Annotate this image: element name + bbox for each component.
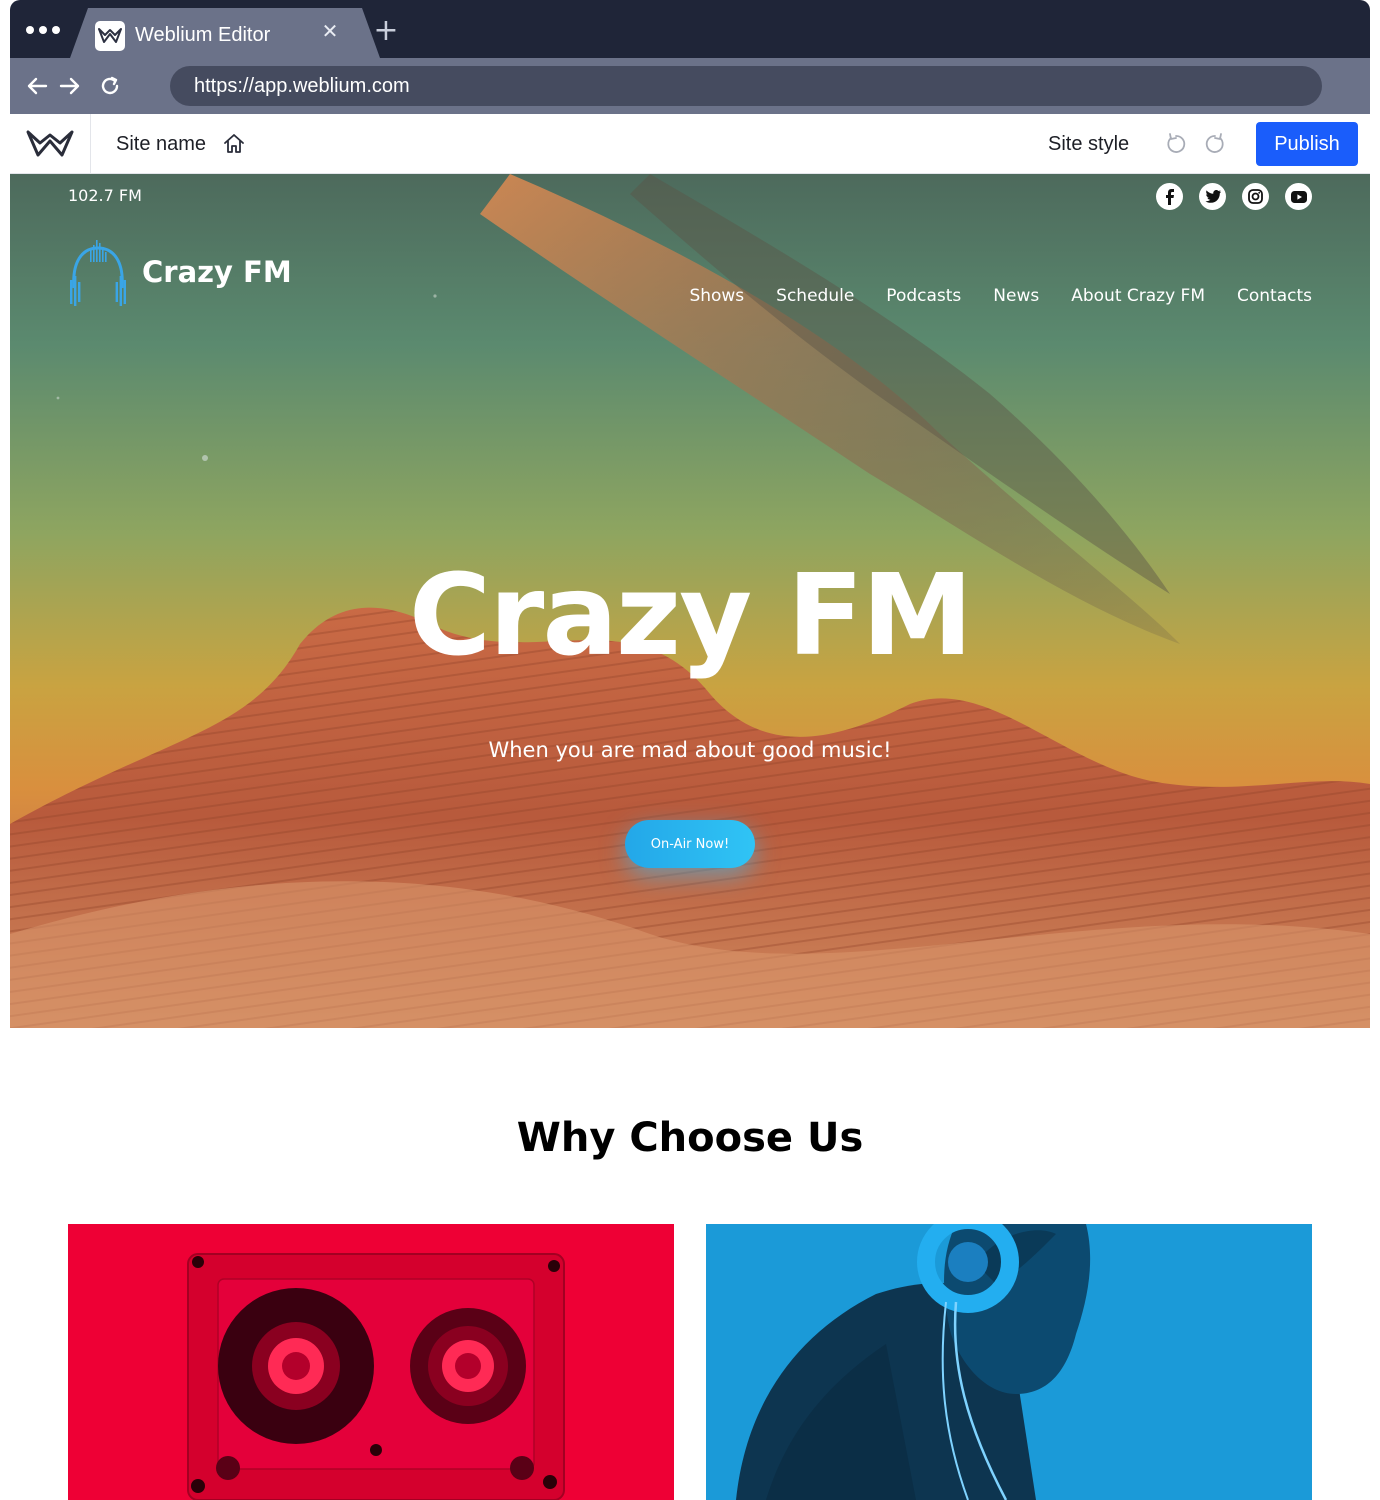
browser-window: Weblium Editor ✕ + https://app.weblium.c… <box>10 0 1370 1500</box>
instagram-icon[interactable] <box>1242 183 1269 210</box>
brand-logo[interactable]: Crazy FM <box>68 236 292 308</box>
address-bar: https://app.weblium.com <box>10 58 1370 114</box>
plus-icon[interactable]: + <box>373 16 399 47</box>
on-air-button[interactable]: On-Air Now! <box>625 820 755 868</box>
facebook-icon[interactable] <box>1156 183 1183 210</box>
nav-news[interactable]: News <box>993 286 1039 306</box>
reload-icon[interactable] <box>97 72 123 100</box>
radio-frequency: 102.7 FM <box>68 186 142 205</box>
back-arrow-icon[interactable] <box>24 72 50 100</box>
tab-title: Weblium Editor <box>135 24 271 46</box>
home-icon[interactable] <box>222 132 246 156</box>
headphones-listener-image-card[interactable] <box>706 1224 1312 1500</box>
publish-button[interactable]: Publish <box>1256 122 1358 166</box>
listener-image <box>736 1224 1091 1500</box>
nav-shows[interactable]: Shows <box>689 286 744 306</box>
weblium-logo-icon[interactable] <box>10 114 91 174</box>
nav-contacts[interactable]: Contacts <box>1237 286 1312 306</box>
site-style-button[interactable]: Site style <box>1048 133 1129 156</box>
redo-icon[interactable] <box>1203 132 1227 156</box>
nav-about[interactable]: About Crazy FM <box>1071 286 1205 306</box>
menu-dots-icon[interactable] <box>26 26 60 34</box>
social-links <box>1156 183 1312 210</box>
section-title[interactable]: Why Choose Us <box>10 1115 1370 1161</box>
cassette-image-card[interactable] <box>68 1224 674 1500</box>
nav-podcasts[interactable]: Podcasts <box>886 286 961 306</box>
hero-section: 102.7 FM Crazy FM Shows Schedule Podcast… <box>10 174 1370 1028</box>
tab-strip: Weblium Editor ✕ + <box>10 0 1370 58</box>
brand-name: Crazy FM <box>142 255 292 289</box>
url-text: https://app.weblium.com <box>194 75 410 97</box>
editor-toolbar: Site name Site style Publish <box>10 114 1370 174</box>
weblium-favicon-icon <box>95 21 125 51</box>
youtube-icon[interactable] <box>1285 183 1312 210</box>
undo-icon[interactable] <box>1164 132 1188 156</box>
nav-schedule[interactable]: Schedule <box>776 286 854 306</box>
headphones-logo-icon <box>70 240 126 306</box>
hero-subtitle[interactable]: When you are mad about good music! <box>10 738 1370 762</box>
url-field[interactable]: https://app.weblium.com <box>170 66 1322 106</box>
site-name[interactable]: Site name <box>116 133 206 156</box>
cassette-image <box>187 1253 565 1500</box>
twitter-icon[interactable] <box>1199 183 1226 210</box>
hero-title[interactable]: Crazy FM <box>10 556 1370 676</box>
main-navigation: Shows Schedule Podcasts News About Crazy… <box>689 286 1312 306</box>
forward-arrow-icon[interactable] <box>57 72 83 100</box>
close-icon[interactable]: ✕ <box>320 21 340 43</box>
